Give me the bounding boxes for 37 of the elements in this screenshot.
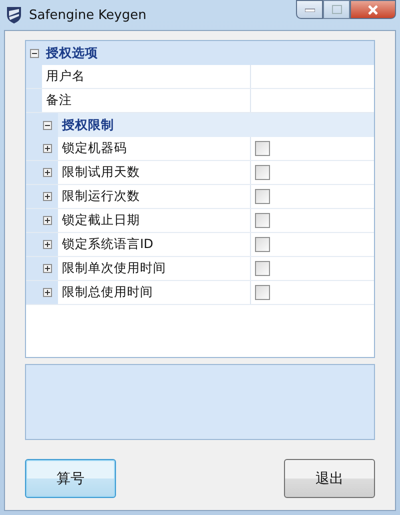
category-header[interactable]: 授权选项: [42, 44, 98, 62]
checkbox[interactable]: [255, 213, 270, 228]
close-icon: [367, 4, 379, 14]
property-name[interactable]: 锁定系统语言ID: [58, 233, 251, 256]
maximize-button[interactable]: [323, 0, 350, 19]
dialog-button[interactable]: 算号: [25, 459, 116, 498]
maximize-icon: [332, 5, 342, 14]
expand-icon[interactable]: [43, 168, 52, 177]
expand-icon[interactable]: [43, 192, 52, 201]
expand-icon[interactable]: [43, 216, 52, 225]
property-name[interactable]: 限制总使用时间: [58, 281, 251, 304]
checkbox[interactable]: [255, 165, 270, 180]
checkbox[interactable]: [255, 285, 270, 300]
property-name[interactable]: 备注: [42, 89, 251, 112]
property-name[interactable]: 用户名: [42, 65, 251, 88]
checkbox[interactable]: [255, 261, 270, 276]
checkbox[interactable]: [255, 141, 270, 156]
expand-icon[interactable]: [43, 144, 52, 153]
minimize-icon: [304, 8, 314, 12]
checkbox[interactable]: [255, 237, 270, 252]
property-name[interactable]: 限制单次使用时间: [58, 257, 251, 280]
dialog-button[interactable]: 退出: [284, 459, 375, 498]
expand-icon[interactable]: [43, 240, 52, 249]
expand-icon[interactable]: [43, 288, 52, 297]
minimize-button[interactable]: [296, 0, 323, 19]
property-name[interactable]: 限制运行次数: [58, 185, 251, 208]
checkbox[interactable]: [255, 189, 270, 204]
property-name[interactable]: 限制试用天数: [58, 161, 251, 184]
expand-icon[interactable]: [43, 264, 52, 273]
property-name[interactable]: 锁定机器码: [58, 137, 251, 160]
close-button[interactable]: [350, 0, 396, 19]
collapse-icon[interactable]: [43, 120, 52, 130]
shield-icon: [6, 6, 22, 24]
property-name[interactable]: 锁定截止日期: [58, 209, 251, 232]
category-header[interactable]: 授权限制: [58, 116, 114, 134]
window-title: Safengine Keygen: [29, 8, 146, 22]
collapse-icon[interactable]: [30, 48, 38, 58]
